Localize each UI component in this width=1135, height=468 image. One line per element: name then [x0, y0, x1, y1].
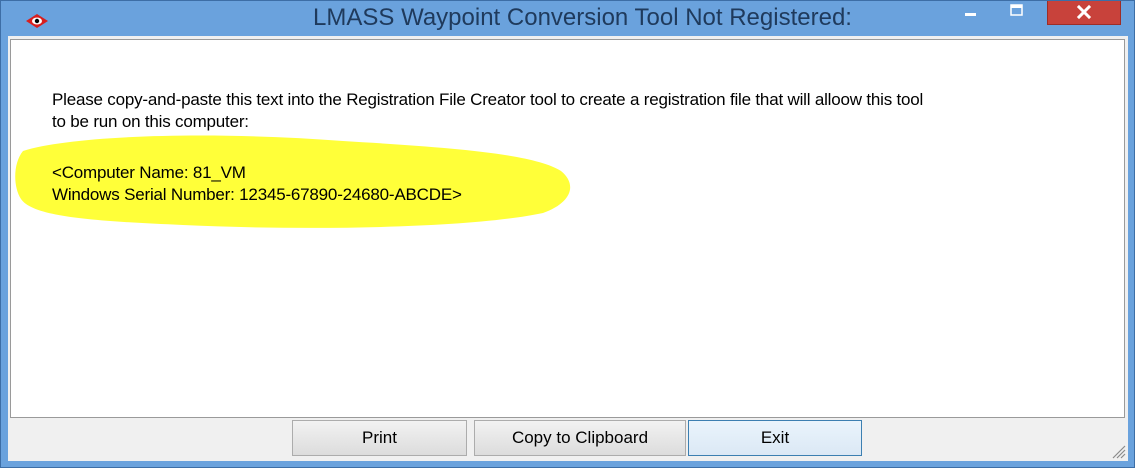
minimize-icon — [965, 13, 976, 16]
maximize-icon — [1010, 4, 1023, 16]
exit-button[interactable]: Exit — [688, 420, 862, 456]
serial-number-line: Windows Serial Number: 12345-67890-24680… — [52, 185, 462, 204]
button-row: Print Copy to Clipboard Exit — [8, 416, 1128, 461]
message-line-1: Please copy-and-paste this text into the… — [52, 90, 924, 109]
dialog-window: LMASS Waypoint Conversion Tool Not Regis… — [0, 0, 1135, 468]
close-button[interactable] — [1047, 1, 1121, 25]
registration-text-box[interactable]: Please copy-and-paste this text into the… — [10, 39, 1125, 418]
print-button[interactable]: Print — [292, 420, 467, 456]
computer-name-line: <Computer Name: 81_VM — [52, 163, 246, 182]
message-line-2: to be run on this computer: — [52, 112, 249, 131]
title-bar[interactable]: LMASS Waypoint Conversion Tool Not Regis… — [1, 1, 1134, 35]
maximize-button[interactable] — [995, 1, 1039, 25]
copy-to-clipboard-button[interactable]: Copy to Clipboard — [474, 420, 686, 456]
resize-grip-icon[interactable] — [1110, 443, 1126, 459]
dialog-content: Please copy-and-paste this text into the… — [8, 36, 1128, 461]
minimize-button[interactable] — [949, 1, 993, 25]
close-icon — [1076, 4, 1092, 20]
